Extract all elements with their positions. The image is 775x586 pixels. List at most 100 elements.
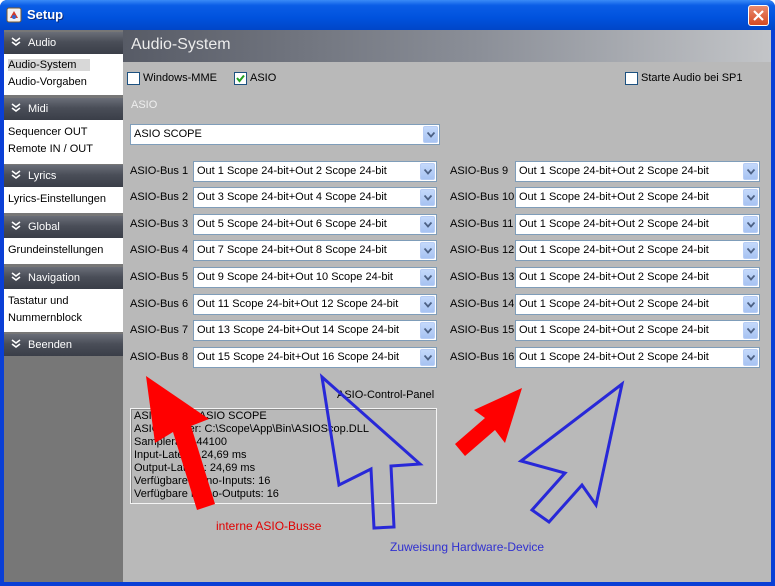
dropdown-button[interactable] (420, 216, 435, 233)
chevron-down-icon (11, 221, 21, 230)
sidebar-item-audio-system[interactable]: Audio-System (8, 59, 91, 71)
sidebar-item-sequencer-out[interactable]: Sequencer OUT (8, 126, 87, 138)
bus-select-right[interactable]: Out 1 Scope 24-bit+Out 2 Scope 24-bit (515, 320, 760, 341)
chevron-down-icon (747, 195, 755, 201)
title-bar[interactable]: Setup (0, 0, 775, 30)
bus-select-left[interactable]: Out 15 Scope 24-bit+Out 16 Scope 24-bit (193, 347, 437, 368)
group-global[interactable]: Global (4, 216, 123, 238)
client-area: Audio Audio-System Audio-Vorgaben Midi S… (4, 30, 771, 582)
dropdown-button[interactable] (420, 296, 435, 313)
dropdown-button[interactable] (743, 269, 758, 286)
chevron-down-icon (11, 272, 21, 281)
group-label: Lyrics (28, 170, 57, 182)
start-audio-checkbox[interactable] (625, 72, 638, 85)
bus-select-left[interactable]: Out 9 Scope 24-bit+Out 10 Scope 24-bit (193, 267, 437, 288)
sidebar-item-remote-in-out[interactable]: Remote IN / OUT (8, 143, 93, 155)
group-audio[interactable]: Audio (4, 32, 123, 54)
dropdown-button[interactable] (743, 242, 758, 259)
dropdown-button[interactable] (743, 163, 758, 180)
asio-label: ASIO (250, 72, 277, 84)
bus-select-value: Out 5 Scope 24-bit+Out 6 Scope 24-bit (197, 218, 387, 230)
bus-select-left[interactable]: Out 7 Scope 24-bit+Out 8 Scope 24-bit (193, 240, 437, 261)
page-header: Audio-System (123, 30, 771, 62)
chevron-down-icon (424, 328, 432, 334)
bus-select-right[interactable]: Out 1 Scope 24-bit+Out 2 Scope 24-bit (515, 214, 760, 235)
bus-label-left: ASIO-Bus 4 (130, 244, 189, 256)
dropdown-button[interactable] (420, 349, 435, 366)
bus-select-value: Out 1 Scope 24-bit+Out 2 Scope 24-bit (519, 165, 709, 177)
bus-select-right[interactable]: Out 1 Scope 24-bit+Out 2 Scope 24-bit (515, 240, 760, 261)
chevron-down-icon (424, 355, 432, 361)
group-label: Navigation (28, 272, 80, 284)
chevron-down-icon (424, 302, 432, 308)
bus-select-left[interactable]: Out 3 Scope 24-bit+Out 4 Scope 24-bit (193, 187, 437, 208)
dropdown-button[interactable] (420, 242, 435, 259)
group-label: Midi (28, 103, 49, 115)
bus-select-value: Out 1 Scope 24-bit+Out 2 Scope 24-bit (519, 351, 709, 363)
sidebar-item-nummernblock[interactable]: Nummernblock (8, 312, 82, 324)
dropdown-button[interactable] (743, 216, 758, 233)
bus-select-value: Out 1 Scope 24-bit+Out 2 Scope 24-bit (519, 298, 709, 310)
bus-select-right[interactable]: Out 1 Scope 24-bit+Out 2 Scope 24-bit (515, 267, 760, 288)
control-panel-title: ASIO-Control-Panel (337, 389, 435, 401)
bus-select-value: Out 1 Scope 24-bit+Out 2 Scope 24-bit (519, 191, 709, 203)
bus-select-right[interactable]: Out 1 Scope 24-bit+Out 2 Scope 24-bit (515, 161, 760, 182)
dropdown-button[interactable] (420, 189, 435, 206)
info-line: Samplerate: 44100 (134, 436, 227, 448)
bus-label-right: ASIO-Bus 15 (450, 324, 515, 336)
sidebar-item-grundeinstellungen[interactable]: Grundeinstellungen (8, 244, 103, 256)
group-lyrics[interactable]: Lyrics (4, 165, 123, 187)
bus-select-right[interactable]: Out 1 Scope 24-bit+Out 2 Scope 24-bit (515, 347, 760, 368)
bus-label-right: ASIO-Bus 9 (450, 165, 509, 177)
checkmark-icon (236, 74, 245, 83)
dropdown-button[interactable] (420, 269, 435, 286)
bus-label-left: ASIO-Bus 6 (130, 298, 189, 310)
chevron-down-icon (424, 275, 432, 281)
group-beenden[interactable]: Beenden (4, 334, 123, 356)
close-button[interactable] (748, 5, 769, 26)
bus-select-left[interactable]: Out 5 Scope 24-bit+Out 6 Scope 24-bit (193, 214, 437, 235)
annotation-blue-label: Zuweisung Hardware-Device (390, 540, 545, 554)
info-line: Verfügbare Mono-Inputs: 16 (134, 475, 271, 487)
group-global-items: Grundeinstellungen (4, 238, 123, 264)
dropdown-button[interactable] (420, 163, 435, 180)
bus-label-left: ASIO-Bus 1 (130, 165, 189, 177)
dropdown-button[interactable] (743, 349, 758, 366)
chevron-down-icon (11, 339, 21, 348)
sidebar-item-tastatur[interactable]: Tastatur und (8, 295, 69, 307)
bus-select-left[interactable]: Out 13 Scope 24-bit+Out 14 Scope 24-bit (193, 320, 437, 341)
start-audio-label: Starte Audio bei SP1 (641, 72, 743, 84)
chevron-down-icon (747, 169, 755, 175)
group-label: Beenden (28, 339, 73, 351)
chevron-down-icon (424, 248, 432, 254)
info-line: Input-Latenz: 24,69 ms (134, 449, 247, 461)
dropdown-button[interactable] (743, 296, 758, 313)
asio-info-box: ASIO-Name: ASIO SCOPE ASIO-Treiber: C:\S… (130, 408, 437, 504)
dropdown-button[interactable] (423, 126, 438, 143)
bus-select-left[interactable]: Out 1 Scope 24-bit+Out 2 Scope 24-bit (193, 161, 437, 182)
dropdown-button[interactable] (420, 322, 435, 339)
group-midi[interactable]: Midi (4, 98, 123, 120)
bus-select-right[interactable]: Out 1 Scope 24-bit+Out 2 Scope 24-bit (515, 294, 760, 315)
bus-select-value: Out 7 Scope 24-bit+Out 8 Scope 24-bit (197, 244, 387, 256)
bus-select-left[interactable]: Out 11 Scope 24-bit+Out 12 Scope 24-bit (193, 294, 437, 315)
chevron-down-icon (424, 169, 432, 175)
bus-select-value: Out 1 Scope 24-bit+Out 2 Scope 24-bit (519, 244, 709, 256)
setup-window: Setup Audio Audio-System Audio-Vorgaben … (0, 0, 775, 586)
bus-label-right: ASIO-Bus 16 (450, 351, 515, 363)
chevron-down-icon (747, 302, 755, 308)
sidebar-item-lyrics-einstellungen[interactable]: Lyrics-Einstellungen (8, 193, 106, 205)
bus-select-right[interactable]: Out 1 Scope 24-bit+Out 2 Scope 24-bit (515, 187, 760, 208)
group-midi-items: Sequencer OUT Remote IN / OUT (4, 120, 123, 164)
dropdown-button[interactable] (743, 322, 758, 339)
group-navigation[interactable]: Navigation (4, 267, 123, 289)
dropdown-button[interactable] (743, 189, 758, 206)
chevron-down-icon (747, 275, 755, 281)
asio-checkbox[interactable] (234, 72, 247, 85)
bus-label-left: ASIO-Bus 7 (130, 324, 189, 336)
asio-driver-select[interactable]: ASIO SCOPE (130, 124, 440, 145)
sidebar-item-audio-vorgaben[interactable]: Audio-Vorgaben (8, 76, 87, 88)
chevron-down-icon (424, 222, 432, 228)
bus-select-value: Out 13 Scope 24-bit+Out 14 Scope 24-bit (197, 324, 400, 336)
windows-mme-checkbox[interactable] (127, 72, 140, 85)
